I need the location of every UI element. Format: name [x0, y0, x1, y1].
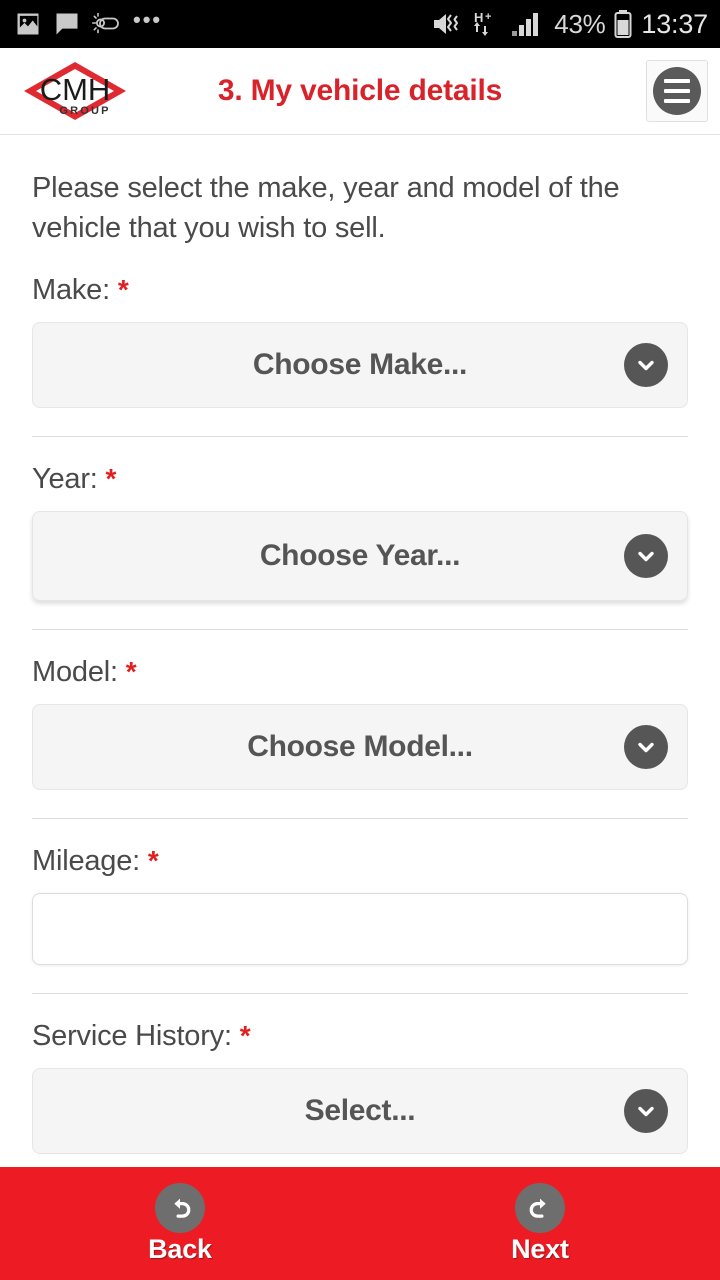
field-year: Year: * Choose Year... [32, 437, 688, 630]
field-mileage: Mileage: * [32, 819, 688, 994]
app-header: CMH GROUP 3. My vehicle details [0, 48, 720, 135]
field-model: Model: * Choose Model... [32, 630, 688, 819]
status-bar-left: ••• [14, 7, 163, 38]
battery-icon [614, 10, 632, 38]
next-button[interactable]: Next [360, 1182, 720, 1265]
redo-arrow-icon [515, 1182, 565, 1233]
chevron-down-icon[interactable] [624, 534, 668, 578]
image-icon [17, 13, 39, 35]
chevron-down-icon[interactable] [624, 1089, 668, 1133]
required-asterisk-model: * [125, 656, 137, 687]
weather-icon [92, 12, 119, 34]
form-content: Please select the make, year and model o… [0, 136, 720, 1280]
field-label-service-history: Service History: * [32, 1018, 688, 1054]
field-label-mileage: Mileage: * [32, 843, 688, 879]
menu-bar-3 [664, 99, 690, 103]
battery-percent: 43% [554, 8, 606, 39]
field-label-model: Model: * [32, 654, 688, 690]
redo-arrow-glyph [529, 1198, 546, 1218]
chevron-down-glyph [638, 360, 654, 371]
chevron-down-icon[interactable] [624, 725, 668, 769]
field-label-year: Year: * [32, 461, 688, 497]
label-text-year: Year: [32, 463, 98, 495]
select-make-value: Choose Make... [252, 348, 468, 381]
back-button-label: Back [148, 1233, 212, 1264]
label-text-model: Model: [32, 656, 118, 688]
signal-bars-icon [512, 13, 539, 36]
hamburger-menu-button[interactable] [646, 60, 708, 122]
field-label-make: Make: * [32, 272, 688, 308]
select-model-value: Choose Model... [247, 730, 473, 763]
undo-arrow-icon [155, 1182, 205, 1233]
required-asterisk-make: * [117, 274, 129, 305]
undo-arrow-glyph [174, 1198, 191, 1218]
select-service-history-value: Select... [304, 1094, 416, 1127]
instruction-text: Please select the make, year and model o… [32, 172, 620, 244]
mileage-input[interactable] [32, 893, 688, 965]
message-icon [56, 13, 78, 35]
label-text-make: Make: [32, 274, 110, 306]
field-make: Make: * Choose Make... [32, 248, 688, 437]
select-service-history[interactable]: Select... [32, 1068, 688, 1154]
select-make[interactable]: Choose Make... [32, 322, 688, 408]
app-screen: ••• H + 43% 13:37 CMH GROUP 3. My vehicl… [0, 0, 720, 1280]
status-bar: ••• H + 43% 13:37 [0, 0, 720, 48]
more-dots-icon: ••• [133, 7, 163, 32]
chevron-down-glyph [638, 551, 654, 562]
status-bar-right: H + 43% 13:37 [431, 9, 708, 40]
menu-bar-1 [664, 79, 690, 83]
field-service-history: Service History: * Select... [32, 994, 688, 1154]
svg-text:H: H [474, 10, 483, 25]
back-button[interactable]: Back [0, 1182, 360, 1265]
status-bar-clock: 13:37 [641, 8, 708, 39]
label-text-service-history: Service History: [32, 1020, 232, 1052]
required-asterisk-year: * [105, 463, 117, 494]
chevron-down-glyph [638, 1106, 654, 1117]
menu-bar-2 [664, 89, 690, 93]
hamburger-menu-icon [653, 67, 701, 115]
select-model[interactable]: Choose Model... [32, 704, 688, 790]
chevron-down-icon[interactable] [624, 343, 668, 387]
select-year[interactable]: Choose Year... [32, 511, 688, 601]
chevron-down-glyph [638, 742, 654, 753]
next-button-label: Next [511, 1233, 569, 1264]
required-asterisk-mileage: * [147, 845, 159, 876]
select-year-value: Choose Year... [259, 539, 461, 572]
required-asterisk-service-history: * [239, 1020, 251, 1051]
svg-text:+: + [485, 11, 491, 23]
page-title: 3. My vehicle details [217, 74, 503, 107]
label-text-mileage: Mileage: [32, 845, 141, 877]
data-hplus-icon: H + [474, 10, 492, 36]
footer-nav: Back Next [0, 1167, 720, 1280]
mute-vibrate-icon [434, 14, 459, 34]
